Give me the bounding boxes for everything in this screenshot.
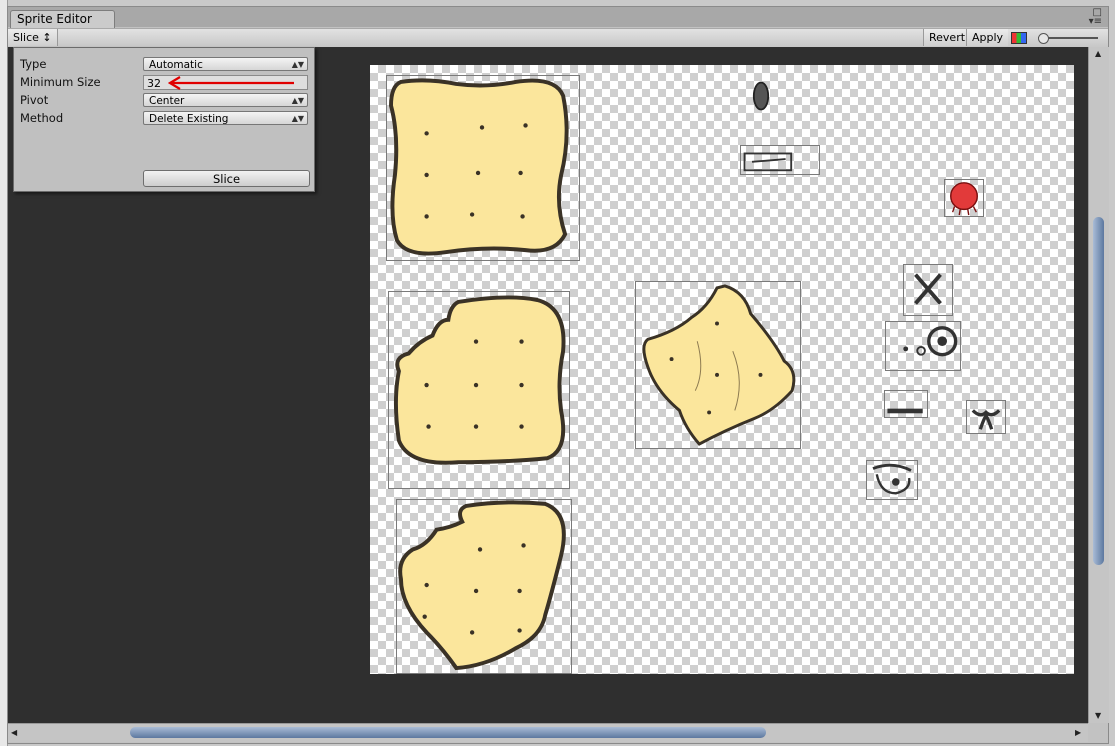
pencil-stroke-icon <box>743 152 793 172</box>
zoom-slider[interactable] <box>1038 33 1098 44</box>
type-label: Type <box>20 57 47 71</box>
pivot-dropdown[interactable]: Center ▲▼ <box>143 93 308 107</box>
sprite-eye-sketch[interactable] <box>866 460 918 500</box>
eye-sketch-icon <box>872 463 912 495</box>
context-menu-icon[interactable]: □ ▾≡ <box>1089 8 1102 27</box>
sprite-claw-mark[interactable] <box>966 400 1006 434</box>
vertical-scroll-thumb[interactable] <box>1093 217 1104 565</box>
type-dropdown[interactable]: Automatic ▲▼ <box>143 57 308 71</box>
sprite-dash-bar[interactable] <box>884 390 928 418</box>
slice-menu-button[interactable]: Slice ↕ <box>8 29 58 46</box>
x-mark-icon <box>914 273 942 305</box>
cracker-square-icon <box>389 78 569 256</box>
cracker-bitten-icon <box>393 295 566 465</box>
dropdown-arrow-icon: ▲▼ <box>291 96 304 105</box>
apply-button[interactable]: Apply <box>966 29 1009 46</box>
method-value: Delete Existing <box>149 113 229 125</box>
claw-mark-icon <box>971 409 1001 430</box>
sprite-cracker-broken[interactable] <box>635 281 801 449</box>
tab-bar: Sprite Editor □ ▾≡ <box>8 7 1108 28</box>
sprite-cracker-square[interactable] <box>386 75 580 261</box>
horizontal-scrollbar[interactable]: ◀ ▶ <box>8 723 1088 742</box>
dropdown-arrow-icon: ▲▼ <box>291 60 304 69</box>
scroll-left-icon[interactable]: ◀ <box>11 728 17 737</box>
type-value: Automatic <box>149 59 203 71</box>
toolbar: Slice ↕ Revert Apply <box>8 28 1108 48</box>
slice-button[interactable]: Slice <box>143 170 310 187</box>
sprite-red-ball[interactable] <box>944 179 984 217</box>
sprite-editor-window: Sprite Editor □▾≡ Slice ↕ Revert Apply <box>7 6 1109 744</box>
slice-settings-panel: Type Automatic ▲▼ Minimum Size 32 Pivot … <box>13 47 315 192</box>
dash-bar-icon <box>887 408 923 414</box>
sprite-cracker-bitten[interactable] <box>388 291 570 489</box>
scroll-up-icon[interactable]: ▲ <box>1095 49 1101 58</box>
scroll-right-icon[interactable]: ▶ <box>1075 728 1081 737</box>
eye-dots-icon <box>903 326 958 357</box>
pivot-value: Center <box>149 95 185 107</box>
minimum-size-label: Minimum Size <box>20 75 101 89</box>
sprite-pencil-stroke[interactable] <box>740 145 820 175</box>
zoom-thumb[interactable] <box>1038 33 1049 44</box>
scroll-down-icon[interactable]: ▼ <box>1095 711 1101 720</box>
pivot-label: Pivot <box>20 93 49 107</box>
dropdown-arrow-icon: ▲▼ <box>291 114 304 123</box>
red-ball-icon <box>950 182 978 216</box>
revert-button[interactable]: Revert <box>923 29 971 46</box>
rgb-channel-icon[interactable] <box>1011 32 1027 44</box>
sprite-eye-dots[interactable] <box>885 321 961 371</box>
cracker-broken-icon <box>642 284 796 446</box>
method-label: Method <box>20 111 64 125</box>
vertical-scrollbar[interactable]: ▲ ▼ <box>1088 47 1109 723</box>
method-dropdown[interactable]: Delete Existing ▲▼ <box>143 111 308 125</box>
red-arrow-annotation <box>168 76 294 90</box>
oval-seed-icon <box>752 81 770 111</box>
sprite-x-mark[interactable] <box>903 264 953 316</box>
sprite-oval-seed[interactable] <box>751 79 771 113</box>
tab-sprite-editor[interactable]: Sprite Editor <box>10 10 115 28</box>
cracker-bitten-2-icon <box>398 500 566 671</box>
sprite-texture[interactable] <box>370 65 1074 674</box>
horizontal-scroll-thumb[interactable] <box>130 727 766 738</box>
sprite-cracker-bitten-2[interactable] <box>396 499 572 674</box>
